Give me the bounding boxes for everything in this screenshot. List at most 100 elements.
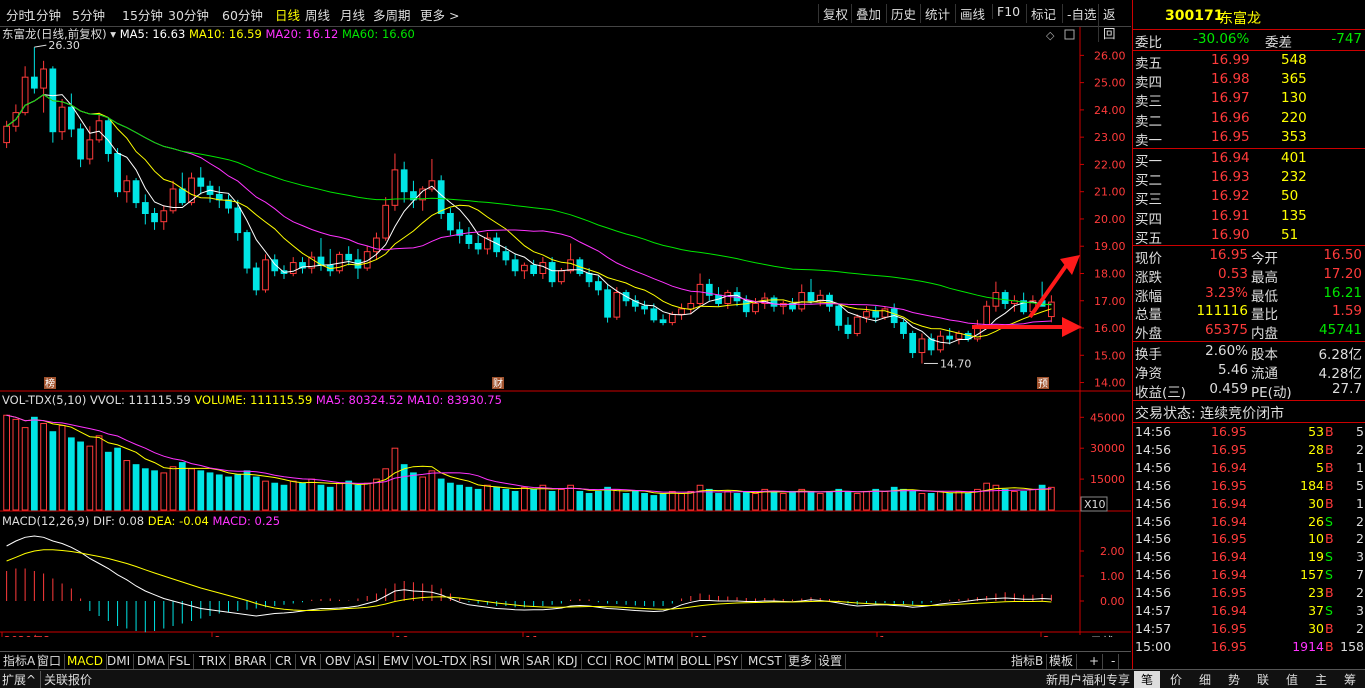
candle-body-108 — [1001, 292, 1009, 304]
panel-tab-2[interactable]: 细 — [1192, 671, 1218, 688]
indicator-tab-item-25[interactable]: 设置 — [815, 654, 847, 669]
candle-body-78 — [724, 292, 732, 304]
candle-body-6 — [58, 106, 66, 133]
weicha-label: 委差 — [1265, 35, 1292, 51]
indicator-tab-obv-10[interactable]: OBV — [322, 654, 355, 669]
indicator-tab-sar-16[interactable]: SAR — [523, 654, 555, 669]
indicator-tab-emv-12[interactable]: EMV — [380, 654, 414, 669]
toolbar-button-0[interactable]: 复权 — [818, 4, 852, 23]
indicator-tab-rsi-14[interactable]: RSI — [469, 654, 496, 669]
indicator-tab-fsl-5[interactable]: FSL — [166, 654, 194, 669]
volume-bar-29 — [271, 482, 279, 511]
toolbar-button-3[interactable]: 统计 — [920, 4, 954, 23]
indicator-tab-cci-18[interactable]: CCI — [584, 654, 612, 669]
volume-bar-48 — [447, 482, 454, 511]
tick-count: 2 — [1356, 620, 1364, 636]
period-2[interactable]: 5分钟 — [72, 5, 105, 24]
period-7[interactable]: 周线 — [305, 5, 330, 24]
indicator-tab-dmi-3[interactable]: DMI — [104, 654, 135, 669]
tick-price: 16.95 — [1211, 585, 1247, 601]
candle-body-98 — [909, 332, 917, 354]
macd-y-tick: 1.00 — [1100, 570, 1125, 583]
candle-body-48 — [447, 213, 454, 231]
indicator-tab-trix-6[interactable]: TRIX — [196, 654, 231, 669]
panel-tab-6[interactable]: 主 — [1308, 671, 1334, 688]
indicator-tab-wr-15[interactable]: WR — [497, 654, 525, 669]
indicator-tab-brar-7[interactable]: BRAR — [231, 654, 271, 669]
indicator-tab-cr-8[interactable]: CR — [272, 654, 296, 669]
chart-area[interactable]: 26.00 25.00 24.00 23.00 22.00 21.00 20.00 19.00… — [0, 27, 1131, 649]
candle-body-21 — [197, 177, 205, 187]
price-y-tick: 14.00 — [1094, 377, 1126, 390]
tick-price: 16.94 — [1211, 513, 1247, 529]
panel-tab-0[interactable]: 笔 — [1134, 671, 1161, 688]
panel-tab-4[interactable]: 联 — [1250, 671, 1276, 688]
tick-volume: 23 — [1308, 585, 1324, 601]
candle-body-2 — [21, 76, 29, 114]
indicator-tab-item-1[interactable]: 窗口 — [34, 654, 66, 669]
stat-row-0: 现价 16.95 今开 16.50 — [1133, 247, 1365, 267]
tick-price: 16.94 — [1211, 549, 1247, 565]
tab-right-0[interactable]: 指标B — [1008, 654, 1048, 669]
tick-count: 2 — [1356, 531, 1364, 547]
price-y-tick: 22.00 — [1094, 158, 1126, 171]
price-y-tick: 17.00 — [1094, 295, 1126, 308]
tick-direction: S — [1325, 513, 1333, 529]
period-10[interactable]: 更多 > — [420, 5, 459, 24]
period-8[interactable]: 月线 — [340, 5, 365, 24]
new-user-promo[interactable]: 新用户福利专享 — [1046, 671, 1130, 688]
panel-tab-5[interactable]: 值 — [1279, 671, 1305, 688]
indicator-tab-mtm-20[interactable]: MTM — [643, 654, 679, 669]
panel-tab-3[interactable]: 势 — [1221, 671, 1247, 688]
price-y-tick: 23.00 — [1094, 131, 1126, 144]
indicator-tab-roc-19[interactable]: ROC — [612, 654, 646, 669]
period-1[interactable]: 1分钟 — [28, 5, 61, 24]
volume-bar-50 — [465, 486, 473, 511]
toolbar-button-5[interactable]: F10 — [992, 4, 1024, 19]
panel-tab-7[interactable]: 筹 — [1337, 671, 1363, 688]
volume-bar-86 — [798, 488, 806, 511]
buy-row-4-price: 16.90 — [1211, 226, 1250, 243]
weibi-row: 委比 -30.06% 委差 -747 — [1133, 31, 1365, 51]
tab-right-3[interactable]: - — [1108, 654, 1120, 669]
indicator-tab-dma-4[interactable]: DMA — [134, 654, 169, 669]
tick-count: 7 — [1356, 567, 1364, 583]
indicator-tab-mcst-23[interactable]: MCST — [745, 654, 786, 669]
window-icon — [1064, 29, 1075, 40]
period-9[interactable]: 多周期 — [373, 5, 411, 24]
volume-bar-14 — [132, 464, 140, 511]
x-axis-label-1: 9 — [214, 634, 221, 637]
indicator-tab-macd-2[interactable]: MACD — [64, 654, 107, 669]
volume-bar-104 — [964, 493, 972, 511]
sell-row-4: 卖一 16.95 353 — [1133, 128, 1365, 149]
tab-right-1[interactable]: 模板 — [1046, 654, 1078, 669]
volume-bar-102 — [946, 493, 954, 511]
period-3[interactable]: 15分钟 — [122, 5, 163, 24]
volume-bar-57 — [530, 488, 537, 511]
toolbar-button-6[interactable]: 标记 — [1026, 4, 1060, 23]
sell-row-4-price: 16.95 — [1211, 128, 1250, 145]
period-5[interactable]: 60分钟 — [222, 5, 263, 24]
red-arrow-right-head — [1062, 317, 1082, 337]
indicator-tab-vr-9[interactable]: VR — [297, 654, 321, 669]
panel-tab-1[interactable]: 价 — [1163, 671, 1189, 688]
indicator-tab-vol-tdx-13[interactable]: VOL-TDX — [412, 654, 471, 669]
tick-time: 14:56 — [1135, 459, 1172, 475]
expand-button[interactable]: 扩展^ — [2, 671, 42, 688]
kline-chart-svg[interactable]: 26.0025.0024.0023.0022.0021.0020.0019.00… — [0, 27, 1131, 649]
buy-row-0-price: 16.94 — [1211, 150, 1250, 166]
toolbar-button-1[interactable]: 叠加 — [851, 4, 885, 23]
toolbar-button-4[interactable]: 画线 — [955, 4, 989, 23]
toolbar-button-2[interactable]: 历史 — [886, 4, 920, 23]
tab-right-2[interactable]: + — [1086, 654, 1104, 669]
related-quote-button[interactable]: 关联报价 — [44, 671, 92, 688]
indicator-tab-kdj-17[interactable]: KDJ — [554, 654, 582, 669]
indicator-tab-asi-11[interactable]: ASI — [353, 654, 380, 669]
indicator-tab-item-24[interactable]: 更多 — [785, 654, 817, 669]
candle-body-74 — [687, 302, 695, 310]
indicator-tab-boll-21[interactable]: BOLL — [677, 654, 715, 669]
indicator-tab-psy-22[interactable]: PSY — [713, 654, 743, 669]
period-4[interactable]: 30分钟 — [168, 5, 209, 24]
period-6[interactable]: 日线 — [275, 5, 300, 24]
toolbar-button-7[interactable]: -自选 — [1062, 4, 1101, 23]
